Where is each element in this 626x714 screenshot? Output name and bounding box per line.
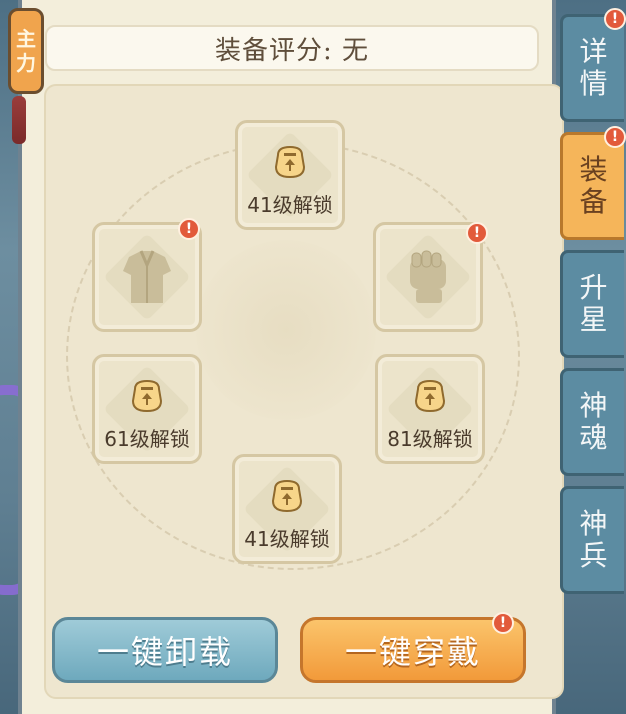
lock-icon: [274, 145, 306, 179]
tab-divine-weapon[interactable]: 神 兵: [560, 486, 624, 594]
equipment-alert-badge: !: [604, 126, 626, 148]
fist-icon: [410, 250, 446, 303]
armor-icon: [123, 250, 171, 303]
unequip-all-label: 一键卸载: [96, 633, 233, 671]
tag-char-1: 主: [16, 27, 36, 51]
swirl-emblem: [196, 240, 376, 420]
unlock-level-label: 61级解锁: [104, 427, 190, 451]
equip-all-alert-badge: !: [492, 612, 514, 634]
details-alert-badge: !: [604, 8, 626, 30]
equip-all-label: 一键穿戴: [344, 633, 481, 671]
equip-slot-top[interactable]: 41级解锁: [235, 120, 345, 230]
lock-icon: [414, 379, 446, 413]
lock-icon: [271, 479, 303, 513]
equip-slot-bottom[interactable]: 41级解锁: [232, 454, 342, 564]
main-force-tag: 主 力: [8, 8, 44, 94]
unequip-all-button[interactable]: 一键卸载: [52, 617, 278, 683]
lock-icon: [131, 379, 163, 413]
side-tabs: 详 情 装 备 升 星 神 魂 神 兵: [560, 14, 626, 594]
unlock-level-label: 41级解锁: [247, 193, 333, 217]
tab-soul[interactable]: 神 魂: [560, 368, 624, 476]
equipment-score-bar: 装备评分: 无: [45, 25, 539, 71]
tab-star-up[interactable]: 升 星: [560, 250, 624, 358]
armor-alert-badge: !: [178, 218, 200, 240]
equip-slot-mid-right[interactable]: 81级解锁: [375, 354, 485, 464]
unlock-level-label: 41级解锁: [244, 527, 330, 551]
fist-alert-badge: !: [466, 222, 488, 244]
tassel-decoration: [12, 96, 26, 144]
equip-slot-mid-left[interactable]: 61级解锁: [92, 354, 202, 464]
tab-equipment[interactable]: 装 备: [560, 132, 624, 240]
tab-details[interactable]: 详 情: [560, 14, 624, 122]
tag-char-2: 力: [16, 51, 36, 75]
equipment-score-text: 装备评分: 无: [214, 35, 370, 66]
unlock-level-label: 81级解锁: [387, 427, 473, 451]
